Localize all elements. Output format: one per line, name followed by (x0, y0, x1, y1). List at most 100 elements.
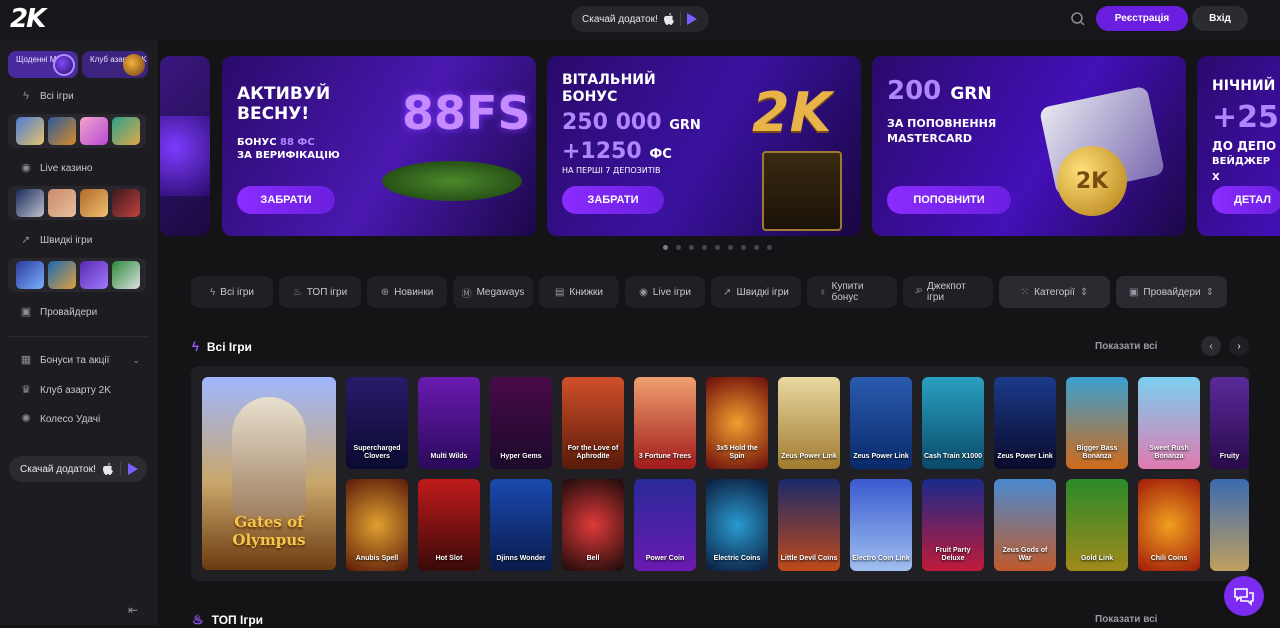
carousel-dot[interactable] (715, 245, 720, 250)
details-button[interactable]: ДЕТАЛ (1212, 186, 1280, 214)
game-tile[interactable]: Gold Link (1066, 479, 1128, 571)
banner-title-line: ВЕСНУ! (237, 104, 310, 124)
game-tile[interactable]: Cash Train X1000 (922, 377, 984, 469)
game-tile[interactable] (1210, 479, 1249, 571)
sidebar-item-club[interactable]: ♛ Клуб азарту 2K (20, 384, 111, 396)
register-button[interactable]: Реєстрація (1096, 6, 1188, 31)
logo[interactable]: 2K (10, 4, 46, 34)
daily-missions-card[interactable]: Щоденні Місії (8, 51, 78, 78)
game-tile[interactable]: Multi Wilds (418, 377, 480, 469)
banner-night-partial[interactable]: НІЧНИЙ +25 ДО ДЕПО ВЕЙДЖЕР Х ДЕТАЛ (1197, 56, 1280, 236)
filter-top-games[interactable]: ♨ ТОП ігри (279, 276, 361, 308)
game-tile[interactable]: Electric Coins (706, 479, 768, 571)
divider (119, 462, 121, 476)
game-tile[interactable]: Little Devil Coins (778, 479, 840, 571)
download-app-button[interactable]: Скачай додаток! (571, 6, 709, 32)
game-tile[interactable]: For the Love of Aphrodite (562, 377, 624, 469)
game-tile[interactable]: Anubis Spell (346, 479, 408, 571)
carousel-dot[interactable] (741, 245, 746, 250)
banner-partial-left[interactable] (160, 56, 210, 236)
claim-button[interactable]: ЗАБРАТИ (562, 186, 664, 214)
game-tile[interactable]: 3x5 Hold the Spin (706, 377, 768, 469)
filter-label: Категорії (1034, 286, 1075, 298)
collapse-sidebar-icon[interactable]: ⇤ (128, 603, 142, 617)
categories-dropdown[interactable]: ⁙ Категорії ⇕ (999, 276, 1110, 308)
search-icon[interactable] (1068, 9, 1088, 29)
banner-title-line: ВІТАЛЬНИЙ (562, 72, 656, 88)
carousel-dot[interactable] (754, 245, 759, 250)
game-tile[interactable]: Hyper Gems (490, 377, 552, 469)
login-button[interactable]: Вхід (1192, 6, 1248, 31)
game-title: Power Coin (645, 555, 685, 562)
sidebar-item-providers[interactable]: ▣ Провайдери (20, 306, 97, 318)
carousel-dot[interactable] (767, 245, 772, 250)
filter-all-games[interactable]: ϟ Всі ігри (191, 276, 273, 308)
chat-support-button[interactable] (1224, 576, 1264, 616)
sidebar-item-all-games[interactable]: ϟ Всі ігри (20, 90, 74, 102)
carousel-dots (663, 245, 772, 250)
game-thumbnail[interactable] (80, 261, 108, 289)
show-all-link[interactable]: Показати всі (1095, 614, 1157, 625)
rocket-icon: ➚ (21, 234, 31, 246)
filter-books[interactable]: ▤ Книжки (539, 276, 619, 308)
carousel-dot[interactable] (702, 245, 707, 250)
game-thumbnail[interactable] (48, 189, 76, 217)
filter-megaways[interactable]: Ⓜ Megaways (453, 276, 533, 308)
banner-mastercard-deposit[interactable]: 200 GRN ЗА ПОПОВНЕННЯ MASTERCARD 2K ПОПО… (872, 56, 1186, 236)
deposit-button[interactable]: ПОПОВНИТИ (887, 186, 1011, 214)
missions-icon (53, 54, 75, 76)
sidebar-item-label: Бонуси та акції (40, 354, 110, 366)
filter-buy-bonus[interactable]: ♁ Купити бонус (807, 276, 897, 308)
game-tile[interactable]: Hot Slot (418, 479, 480, 571)
show-all-link[interactable]: Показати всі (1095, 341, 1157, 352)
banner-subtitle-text: ВЕЙДЖЕР Х (1212, 156, 1271, 183)
sidebar-item-bonuses[interactable]: ▦ Бонуси та акції ⌄ (20, 354, 140, 366)
carousel-dot[interactable] (728, 245, 733, 250)
club-2k-card[interactable]: Клуб азарту 2K (82, 51, 148, 78)
sidebar-item-live-casino[interactable]: ◉ Live казино (20, 162, 92, 174)
section-title: Всі Ігри (206, 339, 252, 354)
game-tile[interactable]: Fruit Party Deluxe (922, 479, 984, 571)
filter-new[interactable]: ⊕ Новинки (367, 276, 447, 308)
filter-jackpot[interactable]: JP Джекпот ігри (903, 276, 993, 308)
game-thumbnail[interactable] (16, 189, 44, 217)
game-tile[interactable]: Supercharged Clovers (346, 377, 408, 469)
game-tile[interactable]: Fruity (1210, 377, 1249, 469)
carousel-dot[interactable] (689, 245, 694, 250)
game-tile[interactable]: Zeus Gods of War (994, 479, 1056, 571)
game-tile[interactable]: Bigger Bass Bonanza (1066, 377, 1128, 469)
sidebar-item-wheel[interactable]: ✺ Колесо Удачі (20, 413, 100, 425)
carousel-dot[interactable] (663, 245, 668, 250)
game-thumbnail[interactable] (16, 261, 44, 289)
banner-welcome-bonus[interactable]: ВІТАЛЬНИЙ БОНУС 250 000 GRN +1250 ФС НА … (547, 56, 861, 236)
featured-game-tile[interactable]: Gates of Olympus (202, 377, 336, 570)
prev-arrow-icon[interactable]: ‹ (1201, 336, 1221, 356)
game-thumbnail[interactable] (80, 189, 108, 217)
providers-dropdown[interactable]: ▣ Провайдери ⇕ (1116, 276, 1227, 308)
game-tile[interactable]: Zeus Power Link (778, 377, 840, 469)
carousel-dot[interactable] (676, 245, 681, 250)
game-tile[interactable]: Zeus Power Link (994, 377, 1056, 469)
sidebar-item-fast-games[interactable]: ➚ Швидкі ігри (20, 234, 92, 246)
next-arrow-icon[interactable]: › (1229, 336, 1249, 356)
game-tile[interactable]: Sweet Rush Bonanza (1138, 377, 1200, 469)
game-thumbnail[interactable] (80, 117, 108, 145)
filter-live[interactable]: ◉ Live ігри (625, 276, 705, 308)
game-tile[interactable]: Electro Coin Link (850, 479, 912, 571)
game-thumbnail[interactable] (48, 117, 76, 145)
banner-activate-spring[interactable]: АКТИВУЙ ВЕСНУ! БОНУС 88 ФС ЗА ВЕРИФІКАЦІ… (222, 56, 536, 236)
game-tile[interactable]: Zeus Power Link (850, 377, 912, 469)
game-thumbnail[interactable] (16, 117, 44, 145)
game-tile[interactable]: Bell (562, 479, 624, 571)
game-tile[interactable]: Djinns Wonder (490, 479, 552, 571)
game-thumbnail[interactable] (112, 261, 140, 289)
game-tile[interactable]: Chili Coins (1138, 479, 1200, 571)
game-thumbnail[interactable] (112, 189, 140, 217)
sidebar-download-app-button[interactable]: Скачай додаток! (9, 456, 147, 482)
filter-fast-games[interactable]: ➚ Швидкі ігри (711, 276, 801, 308)
game-thumbnail[interactable] (112, 117, 140, 145)
game-tile[interactable]: Power Coin (634, 479, 696, 571)
claim-button[interactable]: ЗАБРАТИ (237, 186, 335, 214)
game-thumbnail[interactable] (48, 261, 76, 289)
game-tile[interactable]: 3 Fortune Trees (634, 377, 696, 469)
